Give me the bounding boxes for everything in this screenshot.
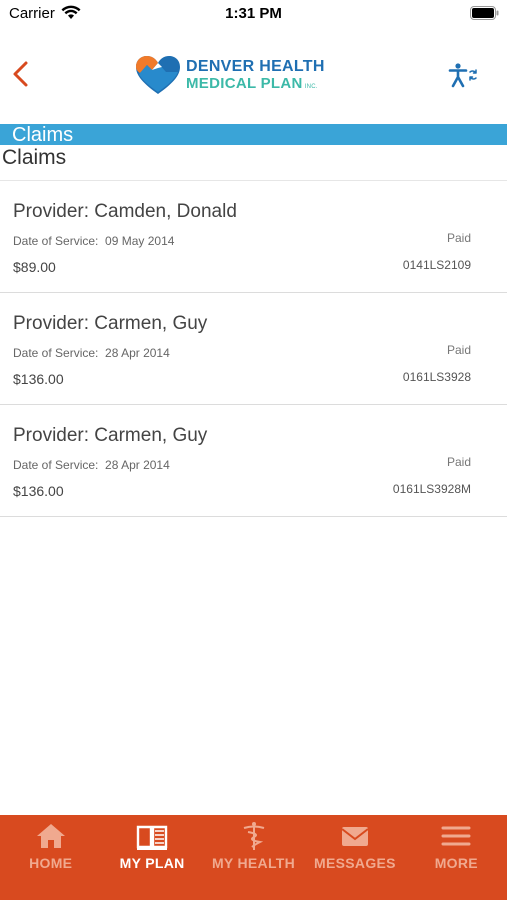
claim-status: Paid <box>446 343 471 357</box>
tab-my-health-label: MY HEALTH <box>211 855 296 871</box>
envelope-icon <box>341 827 369 846</box>
tab-my-plan-label: MY PLAN <box>119 855 185 871</box>
home-icon <box>36 824 65 848</box>
logo-text-main: MEDICAL PLAN <box>186 75 303 92</box>
section-banner: Claims <box>0 124 507 146</box>
date-label: Date of Service: <box>13 458 99 472</box>
claim-id: 0161LS3928 <box>402 370 471 384</box>
tab-more-label: MORE <box>434 855 478 871</box>
claim-provider: Provider: Carmen, Guy <box>13 313 208 334</box>
clock: 1:31 PM <box>225 5 282 22</box>
claim-provider: Provider: Carmen, Guy <box>13 425 208 446</box>
claim-date-of-service: Date of Service: 09 May 2014 <box>13 234 174 248</box>
tab-my-health[interactable]: MY HEALTH <box>203 815 304 900</box>
claim-amount: $136.00 <box>13 483 64 499</box>
date-value: 28 Apr 2014 <box>105 458 170 472</box>
banner-title: Claims <box>12 124 74 146</box>
menu-icon <box>441 826 471 846</box>
accessibility-icon[interactable] <box>448 62 478 88</box>
claim-amount: $136.00 <box>13 371 64 387</box>
claim-row[interactable]: Provider: Camden, Donald Date of Service… <box>0 181 507 293</box>
date-value: 28 Apr 2014 <box>105 346 170 360</box>
claim-id: 0161LS3928M <box>392 482 471 496</box>
date-label: Date of Service: <box>13 234 99 248</box>
logo-text-line2: MEDICAL PLAN INC. <box>186 75 318 92</box>
back-chevron-icon[interactable] <box>9 58 31 90</box>
tab-messages[interactable]: MESSAGES <box>304 815 405 900</box>
heart-mountain-logo-icon <box>136 56 180 94</box>
claim-amount: $89.00 <box>13 259 56 275</box>
caduceus-icon <box>243 822 264 850</box>
book-icon <box>136 825 168 850</box>
denver-health-logo: DENVER HEALTH MEDICAL PLAN INC. <box>134 54 344 96</box>
bottom-tab-bar: HOME MY PLAN MY HEALTH MESSAGES MORE <box>0 815 507 900</box>
status-bar: Carrier 1:31 PM <box>0 0 507 28</box>
claim-status: Paid <box>446 231 471 245</box>
date-value: 09 May 2014 <box>105 234 175 248</box>
claim-provider: Provider: Camden, Donald <box>13 201 237 222</box>
tab-home-label: HOME <box>29 855 73 871</box>
date-label: Date of Service: <box>13 346 99 360</box>
claim-date-of-service: Date of Service: 28 Apr 2014 <box>13 346 170 360</box>
tab-messages-label: MESSAGES <box>314 855 396 871</box>
claim-row[interactable]: Provider: Carmen, Guy Date of Service: 2… <box>0 405 507 517</box>
claim-status: Paid <box>446 455 471 469</box>
app-header: DENVER HEALTH MEDICAL PLAN INC. <box>0 40 507 112</box>
logo-text-line1: DENVER HEALTH <box>186 58 325 75</box>
tab-home[interactable]: HOME <box>0 815 101 900</box>
page-title: Claims <box>2 146 67 169</box>
claim-id: 0141LS2109 <box>402 258 471 272</box>
claims-list: Provider: Camden, Donald Date of Service… <box>0 180 507 517</box>
claim-date-of-service: Date of Service: 28 Apr 2014 <box>13 458 170 472</box>
logo-inc: INC. <box>304 84 318 90</box>
tab-more[interactable]: MORE <box>406 815 507 900</box>
tab-my-plan[interactable]: MY PLAN <box>101 815 202 900</box>
claim-row[interactable]: Provider: Carmen, Guy Date of Service: 2… <box>0 293 507 405</box>
battery-icon <box>470 6 499 20</box>
